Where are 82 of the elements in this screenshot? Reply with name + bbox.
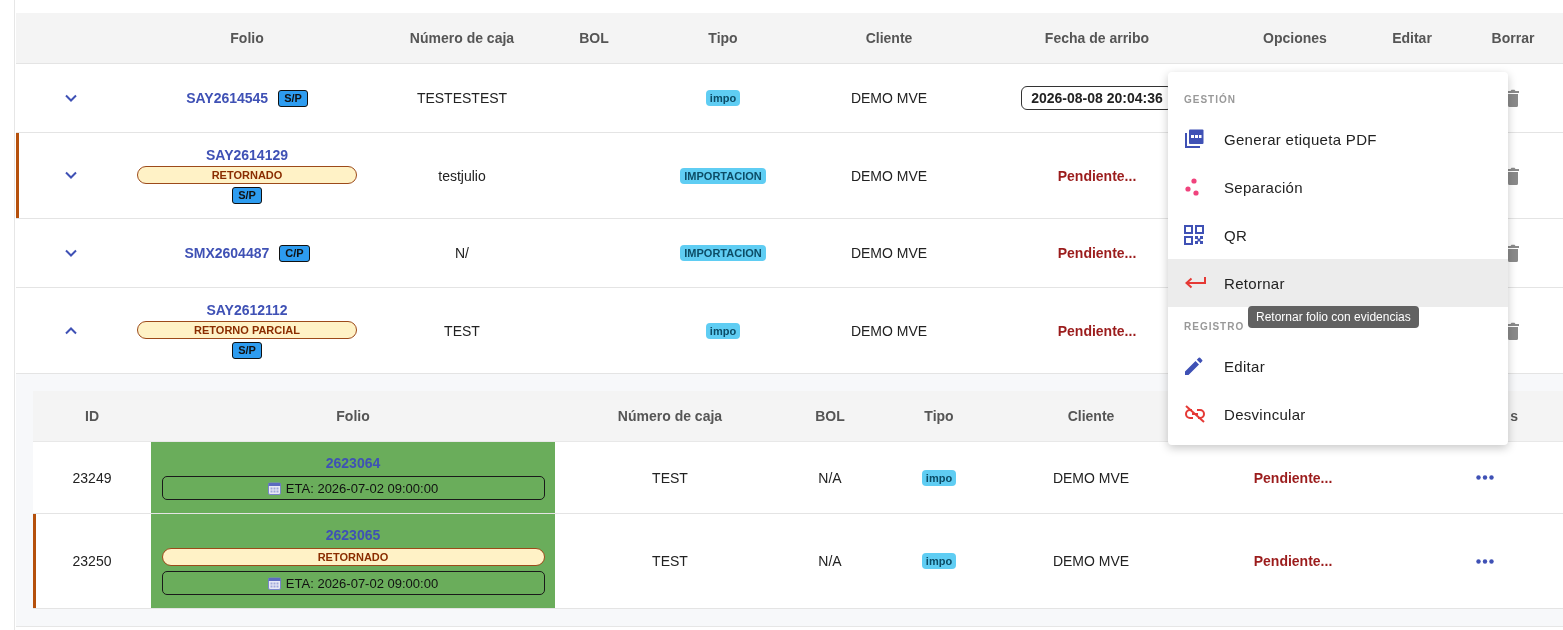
return-arrow-icon	[1184, 276, 1206, 290]
trash-icon[interactable]	[1506, 321, 1520, 340]
menu-item[interactable]: QR	[1168, 211, 1508, 259]
expand-chevron-icon[interactable]	[63, 248, 78, 258]
box-number: testjulio	[438, 167, 486, 184]
type-badge: impo	[921, 553, 957, 569]
status-badge: RETORNADO	[161, 548, 545, 566]
pending-status: Pendiente...	[1057, 245, 1137, 261]
menu-item[interactable]: Editar	[1168, 342, 1508, 390]
bol-number: N/A	[818, 553, 842, 569]
pending-status: Pendiente...	[1253, 469, 1333, 486]
trash-icon[interactable]	[1506, 166, 1520, 185]
box-number: TEST	[652, 553, 688, 569]
client-name: DEMO MVE	[1052, 469, 1130, 486]
client-name: DEMO MVE	[1052, 553, 1130, 569]
column-header: Editar	[1392, 30, 1432, 46]
box-number: TEST	[444, 322, 480, 339]
column-header: Número de caja	[409, 30, 515, 46]
expand-chevron-icon[interactable]	[63, 93, 78, 103]
client-name: DEMO MVE	[850, 90, 928, 106]
column-header: s	[1510, 408, 1518, 424]
pencil-icon	[1184, 356, 1204, 376]
folio-link[interactable]: SAY2612112	[206, 302, 288, 318]
column-header: Folio	[230, 30, 264, 46]
folio-link[interactable]: SAY2614545	[186, 90, 269, 106]
box-number: N/	[455, 245, 469, 261]
type-badge: IMPORTACION	[680, 245, 766, 261]
column-header: Cliente	[865, 30, 913, 46]
expand-chevron-icon[interactable]	[63, 171, 78, 180]
column-header: Tipo	[924, 408, 954, 424]
load-badge: C/P	[279, 244, 310, 262]
box-number: TEST	[652, 469, 688, 486]
type-badge: impo	[921, 469, 957, 486]
menu-item[interactable]: Desvincular	[1168, 390, 1508, 438]
folio-link[interactable]: SMX2604487	[184, 245, 270, 261]
menu-item[interactable]: Retornar	[1168, 259, 1508, 307]
column-header: Fecha de arribo	[1044, 30, 1150, 46]
status-badge: RETORNO PARCIAL	[137, 321, 357, 339]
broken-link-icon	[1184, 404, 1206, 424]
type-badge: IMPORTACION	[680, 167, 766, 184]
menu-item[interactable]: Separación	[1168, 163, 1508, 211]
column-header: Número de caja	[617, 408, 723, 424]
record-id: 23249	[72, 469, 112, 486]
column-header: BOL	[579, 30, 609, 46]
status-badge: RETORNADO	[137, 166, 357, 184]
type-badge: impo	[705, 90, 741, 106]
bol-number: N/A	[818, 469, 842, 486]
pending-status: Pendiente...	[1253, 553, 1333, 569]
folio-link[interactable]: SAY2614129	[206, 147, 288, 163]
column-header: ID	[85, 408, 99, 424]
eta-text: ETA: 2026-07-02 09:00:00	[285, 480, 439, 496]
menu-section-title: GESTIÓN	[1184, 94, 1236, 105]
calendar-icon	[267, 576, 281, 590]
column-header: Folio	[336, 408, 370, 424]
type-badge: impo	[705, 322, 741, 339]
client-name: DEMO MVE	[850, 167, 928, 184]
trash-icon[interactable]	[1506, 244, 1520, 262]
column-header: Cliente	[1067, 408, 1115, 424]
column-header: Borrar	[1491, 30, 1535, 46]
collapse-chevron-icon[interactable]	[63, 326, 78, 335]
calendar-icon	[267, 481, 281, 495]
pending-status: Pendiente...	[1057, 322, 1137, 339]
eta-text: ETA: 2026-07-02 09:00:00	[285, 575, 439, 591]
column-header: BOL	[815, 408, 845, 424]
tooltip: Retornar folio con evidencias	[1248, 306, 1419, 328]
more-options-icon[interactable]	[1475, 558, 1494, 564]
load-badge: S/P	[278, 89, 308, 107]
pdf-document-icon	[1184, 129, 1204, 149]
trash-icon[interactable]	[1506, 89, 1520, 107]
pending-status: Pendiente...	[1057, 167, 1137, 184]
load-badge: S/P	[232, 187, 262, 204]
menu-section-title: REGISTRO	[1184, 321, 1245, 332]
qr-code-icon	[1184, 225, 1204, 245]
load-badge: S/P	[232, 342, 262, 359]
client-name: DEMO MVE	[850, 245, 928, 261]
column-header: Opciones	[1263, 30, 1327, 46]
record-id: 23250	[72, 553, 112, 569]
client-name: DEMO MVE	[850, 322, 928, 339]
box-number: TESTESTEST	[416, 90, 508, 106]
column-header: Tipo	[708, 30, 738, 46]
more-options-icon[interactable]	[1475, 475, 1494, 480]
menu-item[interactable]: Generar etiqueta PDF	[1168, 115, 1508, 163]
